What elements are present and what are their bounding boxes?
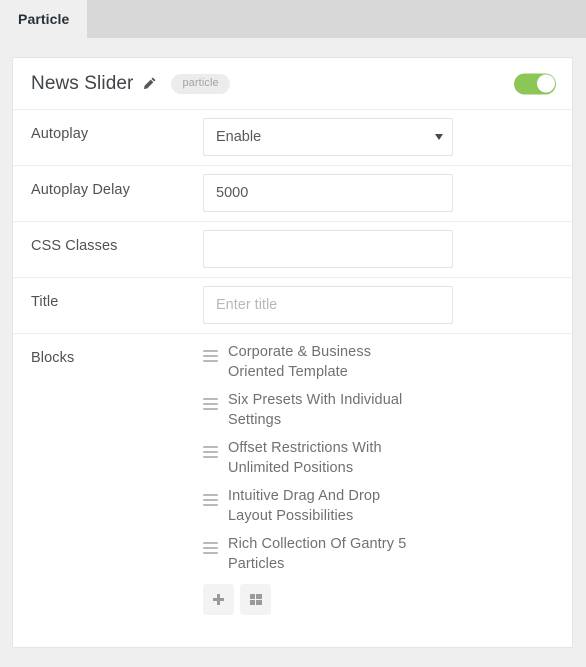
block-list-item[interactable]: Intuitive Drag And Drop Layout Possibili… — [203, 486, 572, 526]
block-item-label: Rich Collection Of Gantry 5 Particles — [228, 536, 407, 572]
block-list-item[interactable]: Corporate & Business Oriented Template — [203, 342, 572, 382]
drag-handle-icon[interactable] — [203, 534, 218, 554]
block-item-label: Offset Restrictions With Unlimited Posit… — [228, 440, 382, 476]
css-classes-input[interactable] — [203, 230, 453, 268]
block-item-label: Six Presets With Individual Settings — [228, 392, 403, 428]
toggle-knob — [536, 74, 555, 93]
grid-icon — [249, 594, 262, 605]
title-field — [203, 278, 572, 333]
particle-enable-toggle[interactable] — [514, 73, 556, 94]
page-title: News Slider — [31, 72, 134, 94]
pencil-icon[interactable] — [142, 76, 157, 91]
tab-particle-label: Particle — [18, 11, 70, 27]
block-item-label: Corporate & Business Oriented Template — [228, 344, 372, 380]
blocks-actions — [203, 584, 572, 615]
card-header: News Slider particle — [13, 58, 572, 109]
block-list-item[interactable]: Six Presets With Individual Settings — [203, 390, 572, 430]
blocks-label: Blocks — [31, 350, 75, 366]
autoplay-delay-input[interactable] — [203, 174, 453, 212]
autoplay-label: Autoplay — [31, 126, 89, 142]
drag-handle-icon[interactable] — [203, 342, 218, 362]
autoplay-delay-label: Autoplay Delay — [31, 182, 130, 198]
block-list-item[interactable]: Offset Restrictions With Unlimited Posit… — [203, 438, 572, 478]
blocks-list: Corporate & Business Oriented Template Si… — [203, 342, 572, 574]
drag-handle-icon[interactable] — [203, 390, 218, 410]
css-classes-field — [203, 222, 572, 277]
tab-bar: Particle — [0, 0, 586, 38]
tab-bar-filler — [87, 0, 586, 38]
card-bottom-padding — [13, 625, 572, 647]
title-label: Title — [31, 294, 59, 310]
field-row-blocks: Blocks Corporate & Business Oriented Tem… — [13, 333, 572, 625]
autoplay-select[interactable]: Enable — [203, 118, 453, 156]
title-input[interactable] — [203, 286, 453, 324]
drag-handle-icon[interactable] — [203, 486, 218, 506]
block-list-item[interactable]: Rich Collection Of Gantry 5 Particles — [203, 534, 572, 574]
field-row-title: Title — [13, 277, 572, 333]
field-row-autoplay: Autoplay Enable — [13, 109, 572, 165]
autoplay-field: Enable — [203, 110, 572, 165]
block-item-label: Intuitive Drag And Drop Layout Possibili… — [228, 488, 381, 524]
field-row-css-classes: CSS Classes — [13, 221, 572, 277]
autoplay-select-wrap: Enable — [203, 118, 453, 156]
add-block-button[interactable] — [203, 584, 234, 615]
autoplay-delay-field — [203, 166, 572, 221]
status-badge: particle — [171, 73, 230, 94]
plus-icon — [213, 594, 224, 605]
css-classes-label: CSS Classes — [31, 238, 118, 254]
blocks-field: Corporate & Business Oriented Template Si… — [203, 334, 572, 625]
particle-settings-card: News Slider particle Autoplay Enable Aut… — [12, 57, 573, 648]
block-layout-button[interactable] — [240, 584, 271, 615]
drag-handle-icon[interactable] — [203, 438, 218, 458]
field-row-autoplay-delay: Autoplay Delay — [13, 165, 572, 221]
tab-particle[interactable]: Particle — [0, 0, 88, 38]
